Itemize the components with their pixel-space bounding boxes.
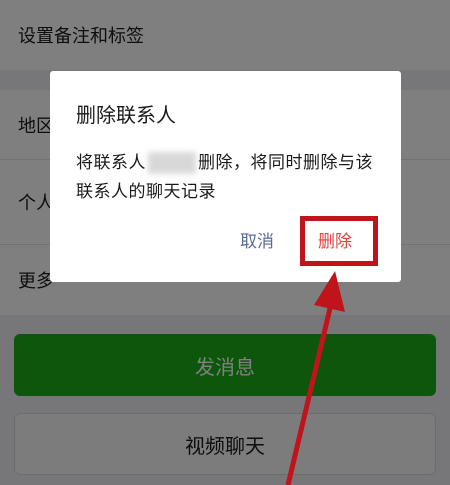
annotation-arrow-shaft [285,299,335,485]
annotation-arrow [285,271,345,485]
